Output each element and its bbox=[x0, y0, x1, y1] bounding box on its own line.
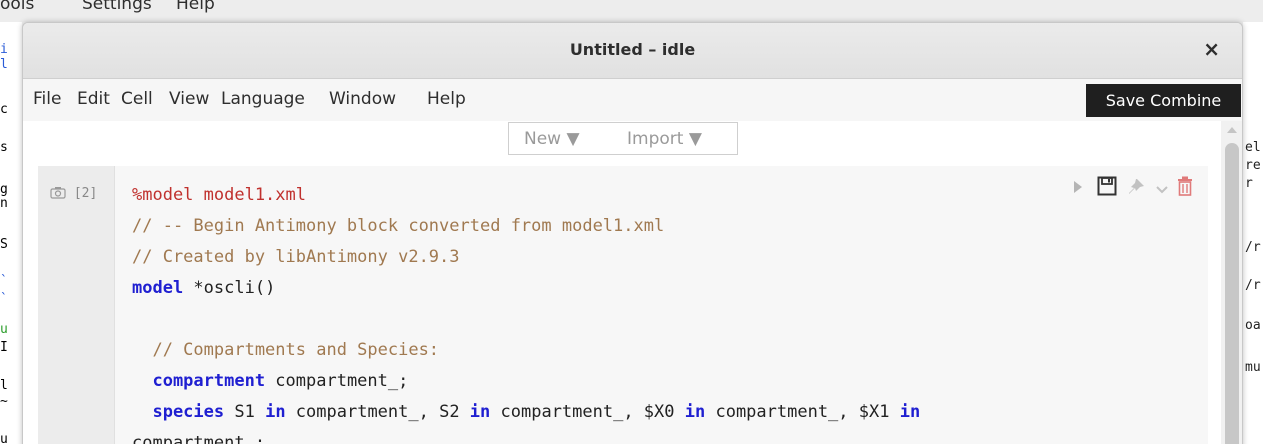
code-line-magic: %model model1.xml bbox=[132, 185, 306, 205]
save-icon[interactable] bbox=[1097, 176, 1117, 200]
vertical-scrollbar[interactable] bbox=[1221, 121, 1242, 444]
code-text-fragment: *oscli() bbox=[183, 278, 276, 298]
bg-menu-help[interactable]: Help bbox=[176, 0, 215, 14]
scrollbar-thumb[interactable] bbox=[1225, 143, 1239, 444]
menu-help[interactable]: Help bbox=[427, 89, 466, 109]
scroll-up-icon[interactable] bbox=[1227, 127, 1237, 133]
menu-file[interactable]: File bbox=[33, 89, 61, 109]
code-text-fragment: S1 bbox=[224, 402, 266, 422]
cell-toolbar bbox=[1073, 176, 1193, 198]
menu-window[interactable]: Window bbox=[329, 89, 396, 109]
code-editor[interactable]: %model model1.xml // -- Begin Antimony b… bbox=[114, 166, 1208, 444]
menu-cell[interactable]: Cell bbox=[121, 89, 153, 109]
bg-menu-tools[interactable]: ools bbox=[0, 0, 34, 14]
menu-edit[interactable]: Edit bbox=[77, 89, 110, 109]
trash-icon[interactable] bbox=[1177, 176, 1193, 200]
code-text-fragment: compartment_, $X1 bbox=[705, 402, 900, 422]
import-button[interactable]: Import ▼ bbox=[627, 129, 702, 149]
menu-view[interactable]: View bbox=[169, 89, 209, 109]
notebook-area: New ▼ Import ▼ [2] %model model1.xml // … bbox=[23, 121, 1221, 444]
code-text-fragment: compartment_, S2 bbox=[285, 402, 470, 422]
code-line-comment: // -- Begin Antimony block converted fro… bbox=[132, 216, 665, 236]
code-keyword: species bbox=[132, 402, 225, 422]
window-titlebar[interactable]: Untitled – idle × bbox=[23, 23, 1242, 79]
camera-icon bbox=[50, 186, 74, 201]
run-icon[interactable] bbox=[1073, 179, 1083, 198]
close-icon[interactable]: × bbox=[1203, 37, 1220, 61]
menu-language[interactable]: Language bbox=[221, 89, 305, 109]
new-button[interactable]: New ▼ bbox=[524, 129, 580, 149]
idle-window: Untitled – idle × File Edit Cell View La… bbox=[22, 22, 1243, 444]
code-text-fragment: compartment_; bbox=[265, 371, 409, 391]
background-right-pane: el re r /r /r oa mu bbox=[1243, 22, 1263, 444]
code-line-comment: // Created by libAntimony v2.9.3 bbox=[132, 247, 460, 267]
cell-prompt-number: [2] bbox=[73, 186, 98, 201]
save-combine-tooltip: Save Combine bbox=[1086, 84, 1241, 117]
code-keyword: in bbox=[265, 402, 286, 422]
background-menubar: ools Settings Help bbox=[0, 0, 1263, 22]
window-title: Untitled – idle bbox=[569, 40, 696, 59]
code-text-fragment: compartment_, $X0 bbox=[490, 402, 685, 422]
code-line-comment: // Compartments and Species: bbox=[132, 340, 440, 360]
code-keyword: in bbox=[899, 402, 921, 422]
code-keyword: in bbox=[469, 402, 491, 422]
code-text[interactable]: %model model1.xml // -- Begin Antimony b… bbox=[132, 180, 920, 444]
code-keyword: in bbox=[684, 402, 706, 422]
chevron-down-icon[interactable] bbox=[1155, 180, 1169, 199]
bg-menu-settings[interactable]: Settings bbox=[82, 0, 152, 14]
code-keyword: compartment bbox=[132, 371, 266, 391]
pin-icon[interactable] bbox=[1127, 178, 1145, 200]
code-keyword: model bbox=[132, 278, 184, 298]
code-cell[interactable]: [2] %model model1.xml // -- Begin Antimo… bbox=[38, 166, 1208, 444]
menubar: File Edit Cell View Language Window Help bbox=[23, 79, 1242, 121]
background-left-pane: i l c s g n S ` ` u I l ~ u bbox=[0, 22, 22, 444]
toolbar: New ▼ Import ▼ bbox=[508, 122, 738, 155]
code-text-fragment: compartment_; bbox=[132, 433, 266, 444]
cell-prompt: [2] bbox=[50, 186, 97, 201]
